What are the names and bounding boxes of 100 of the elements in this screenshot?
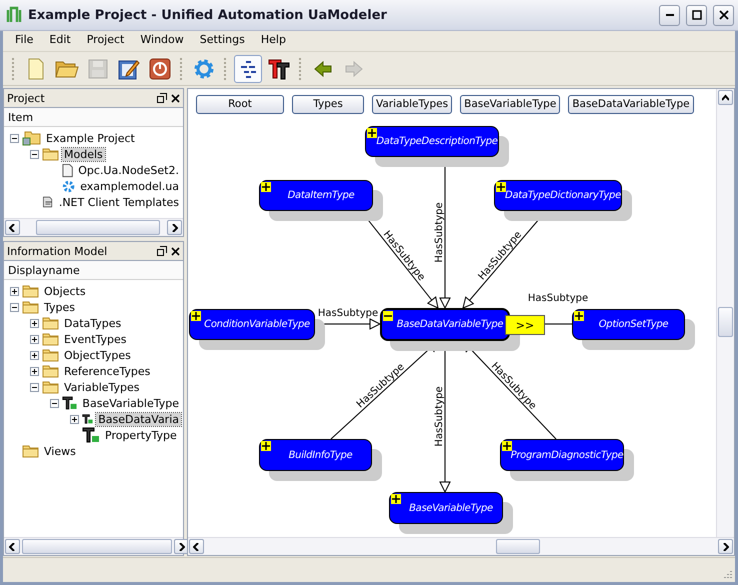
breadcrumb-button[interactable]: VariableTypes: [372, 94, 452, 114]
expand-icon[interactable]: [391, 494, 401, 504]
tree-item[interactable]: Example Project: [44, 132, 137, 144]
edge-label: HasSubtype: [434, 386, 445, 447]
tree-item[interactable]: examplemodel.ua: [78, 180, 181, 192]
folder-icon: [22, 300, 39, 314]
expand-icon[interactable]: [261, 182, 271, 192]
tree-item[interactable]: Types: [42, 300, 77, 314]
expand-icon[interactable]: [30, 334, 39, 344]
tree-item[interactable]: Opc.Ua.NodeSet2.: [76, 164, 181, 176]
toolbar-button[interactable]: [234, 54, 262, 82]
tree-item[interactable]: .NET Client Templates: [56, 196, 181, 208]
expand-icon[interactable]: [70, 414, 79, 424]
folder-icon: [42, 364, 59, 378]
restore-icon[interactable]: [157, 93, 167, 103]
menu-item[interactable]: Help: [252, 32, 294, 50]
edge-label: HasSubtype: [528, 293, 588, 304]
tree-item[interactable]: Views: [42, 444, 78, 458]
collapse-icon[interactable]: [10, 302, 19, 312]
breadcrumb-button[interactable]: Root: [196, 94, 284, 114]
close-button[interactable]: [713, 4, 734, 26]
folder-icon: [42, 332, 59, 346]
menu-item[interactable]: Window: [132, 32, 192, 50]
type-node[interactable]: BuildInfoType: [259, 439, 372, 471]
menu-item[interactable]: Project: [78, 32, 132, 50]
code-template-icon: [42, 194, 54, 210]
folder-icon: [22, 284, 39, 298]
tree-item[interactable]: ReferenceTypes: [62, 364, 152, 378]
collapse-icon[interactable]: [30, 150, 39, 158]
vertical-scrollbar[interactable]: [716, 89, 734, 537]
expand-icon[interactable]: [367, 128, 377, 138]
tree-item[interactable]: BaseVariableType: [80, 396, 181, 410]
tree-item[interactable]: Models: [62, 148, 105, 160]
expand-icon[interactable]: [191, 311, 201, 321]
expand-icon[interactable]: [30, 366, 39, 376]
menu-item[interactable]: File: [7, 32, 42, 50]
collapse-icon[interactable]: [10, 134, 19, 142]
tree-item[interactable]: DataTypes: [62, 316, 124, 330]
app-logo-icon: [6, 6, 22, 24]
scrollbar-thumb[interactable]: [718, 307, 733, 337]
edge-label: HasSubtype: [434, 202, 445, 263]
scroll-left-icon[interactable]: [5, 539, 20, 554]
type-letters-icon: [267, 58, 291, 80]
settings-icon: [193, 58, 215, 80]
type-node[interactable]: DataTypeDescriptionType: [365, 126, 499, 157]
scroll-right-icon[interactable]: [718, 539, 733, 554]
panel-title: Information Model: [7, 244, 108, 258]
tree-item[interactable]: Objects: [42, 284, 88, 298]
restore-icon[interactable]: [157, 246, 167, 256]
close-icon[interactable]: [171, 94, 180, 102]
collapse-icon[interactable]: [50, 398, 59, 408]
horizontal-scrollbar[interactable]: [4, 218, 183, 236]
breadcrumb-button[interactable]: BaseDataVariableType: [568, 94, 694, 114]
menu-item[interactable]: Settings: [192, 32, 253, 50]
tree-item[interactable]: VariableTypes: [62, 380, 142, 394]
power-icon: [149, 58, 171, 80]
folder-icon: [42, 316, 59, 330]
gear-icon: [62, 178, 76, 194]
tree-item[interactable]: BaseDataVaria: [96, 412, 181, 426]
breadcrumb-button[interactable]: Types: [292, 94, 364, 114]
breadcrumb-button[interactable]: BaseVariableType: [460, 94, 560, 114]
scrollbar-thumb[interactable]: [22, 539, 172, 554]
horizontal-scrollbar[interactable]: [188, 537, 734, 555]
minimize-button[interactable]: [659, 4, 680, 26]
pencil-document-icon: [118, 58, 140, 80]
column-header[interactable]: Item: [4, 108, 183, 127]
expand-icon[interactable]: [502, 441, 512, 451]
panel-title: Project: [7, 92, 46, 104]
scroll-left-icon[interactable]: [189, 539, 204, 554]
expand-icon[interactable]: [30, 318, 39, 328]
type-node[interactable]: BaseDataVariableType: [380, 308, 510, 341]
folder-icon: [42, 348, 59, 362]
scroll-left-icon[interactable]: [5, 220, 20, 235]
type-node[interactable]: DataTypeDictionaryType: [494, 180, 622, 211]
more-button[interactable]: >>: [505, 315, 545, 335]
column-header[interactable]: Displayname: [4, 261, 183, 280]
maximize-button[interactable]: [686, 4, 707, 26]
expand-icon[interactable]: [261, 441, 271, 451]
type-node[interactable]: DataItemType: [259, 180, 373, 211]
scroll-up-icon[interactable]: [718, 90, 733, 105]
expand-icon[interactable]: [30, 350, 39, 360]
menu-item[interactable]: Edit: [41, 32, 79, 50]
folder-icon: [55, 58, 79, 78]
tree-item[interactable]: PropertyType: [103, 428, 179, 442]
tree-item[interactable]: EventTypes: [62, 332, 129, 346]
type-node[interactable]: OptionSetType: [572, 309, 685, 340]
edge-label: HasSubtype: [318, 308, 378, 319]
tree-item[interactable]: ObjectTypes: [62, 348, 133, 362]
expand-icon[interactable]: [574, 311, 584, 321]
expand-icon[interactable]: [10, 286, 19, 296]
collapse-icon[interactable]: [383, 311, 393, 321]
scrollbar-thumb[interactable]: [496, 539, 540, 554]
type-node[interactable]: BaseVariableType: [389, 492, 503, 524]
resize-grip-icon[interactable]: [722, 569, 733, 580]
close-icon[interactable]: [171, 246, 180, 256]
type-node[interactable]: ConditionVariableType: [189, 309, 315, 340]
expand-icon[interactable]: [496, 182, 506, 192]
scroll-right-icon[interactable]: [167, 220, 182, 235]
scrollbar-thumb[interactable]: [36, 220, 160, 235]
collapse-icon[interactable]: [30, 382, 39, 392]
